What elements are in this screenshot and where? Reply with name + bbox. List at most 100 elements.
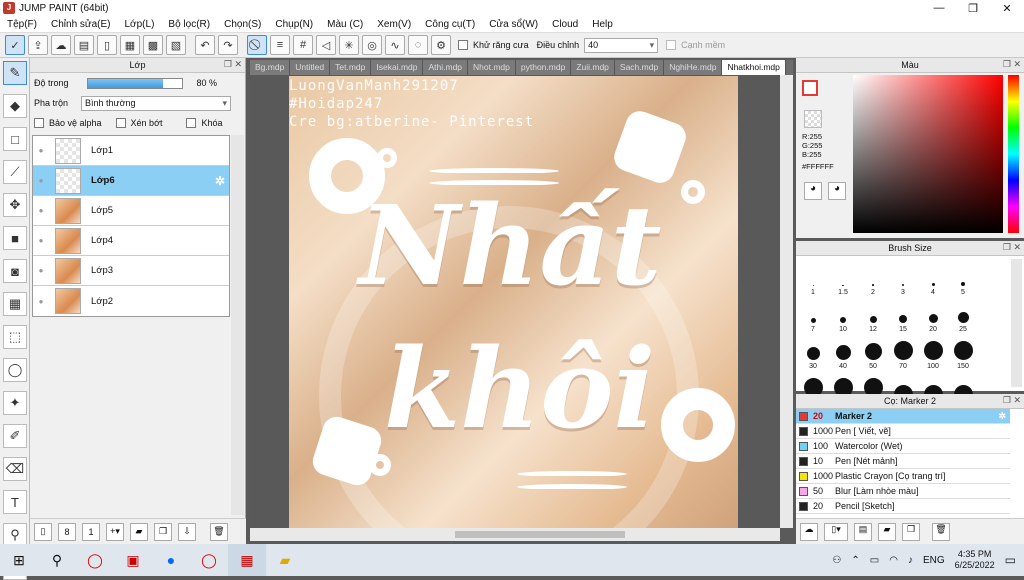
delete-brush-icon[interactable]: 🗑 xyxy=(932,522,950,541)
palette-icon[interactable]: ◕ xyxy=(804,182,822,200)
tab-sach[interactable]: Sach.mdp xyxy=(614,60,665,75)
lasso-tool-icon[interactable]: ◯ xyxy=(3,358,27,382)
brush-size-option[interactable]: 4 xyxy=(918,259,948,296)
export-icon[interactable]: ⇪ xyxy=(28,35,48,55)
brush-size-option[interactable]: 100 xyxy=(918,333,948,370)
new-folder-icon[interactable]: ▰ xyxy=(130,522,148,541)
menu-file[interactable]: Tệp(F) xyxy=(0,19,44,30)
brush-folder-icon[interactable]: ▰ xyxy=(878,522,896,541)
brush-size-option[interactable]: 10 xyxy=(828,296,858,333)
layer-item-active[interactable]: ● Lớp6 ✲ xyxy=(33,166,229,196)
menu-capture[interactable]: Chụp(N) xyxy=(268,19,320,30)
palette-settings-icon[interactable]: ◕ xyxy=(828,182,846,200)
transparent-color-swatch[interactable] xyxy=(804,110,822,128)
panel-close-icon[interactable]: ❐ ✕ xyxy=(1003,242,1021,253)
new-layer-1bit-icon[interactable]: 1 xyxy=(82,522,100,541)
layer-list-scrollbar[interactable] xyxy=(231,135,244,515)
antialias-checkbox[interactable] xyxy=(458,40,468,50)
brush-size-option[interactable]: 25 xyxy=(948,296,978,333)
brush-size-option[interactable]: 20 xyxy=(918,296,948,333)
tab-python[interactable]: python.mdp xyxy=(515,60,572,75)
grid-snap-icon[interactable]: # xyxy=(293,35,313,55)
new-layer-8bit-icon[interactable]: 8 xyxy=(58,522,76,541)
duplicate-layer-icon[interactable]: ❐ xyxy=(154,522,172,541)
page-icon[interactable]: ▯ xyxy=(97,35,117,55)
brush-size-option[interactable]: 12 xyxy=(858,296,888,333)
tab-athi[interactable]: Athi.mdp xyxy=(423,60,469,75)
brush-list-item[interactable]: 1000 Plastic Crayon [Cọ trang trí] xyxy=(796,469,1010,484)
brush-size-scrollbar[interactable] xyxy=(1011,259,1022,387)
move-tool-icon[interactable]: ✥ xyxy=(3,193,27,217)
clip-checkbox[interactable] xyxy=(115,118,126,128)
smooth-edge-checkbox[interactable] xyxy=(666,40,677,50)
menu-color[interactable]: Màu (C) xyxy=(320,19,370,30)
settings-list-icon[interactable]: ▧ xyxy=(166,35,186,55)
layer-item[interactable]: ● Lớp3 xyxy=(33,256,229,286)
brush-list-item[interactable]: 1000 Pen [ Viết, vẽ] xyxy=(796,424,1010,439)
menu-edit[interactable]: Chỉnh sửa(E) xyxy=(44,19,118,30)
clock[interactable]: 4:35 PM 6/25/2022 xyxy=(955,549,995,571)
layer-item[interactable]: ● Lớp2 xyxy=(33,286,229,316)
brush-size-option[interactable]: 40 xyxy=(828,333,858,370)
line-tool-icon[interactable]: ⟋ xyxy=(3,160,27,184)
menu-layer[interactable]: Lớp(L) xyxy=(118,19,162,30)
duplicate-brush-icon[interactable]: ❐ xyxy=(902,522,920,541)
document-icon[interactable]: ▦ xyxy=(120,35,140,55)
visibility-icon[interactable]: ● xyxy=(33,266,49,275)
minimize-button[interactable]: — xyxy=(922,2,956,15)
comment-icon[interactable]: ☁ xyxy=(51,35,71,55)
scroll-thumb[interactable] xyxy=(455,531,625,538)
perspective-snap-icon[interactable]: ◁ xyxy=(316,35,336,55)
opera-gx-icon[interactable]: ◯ xyxy=(190,544,228,576)
snap-settings-icon[interactable]: ⚙ xyxy=(431,35,451,55)
zalo-icon[interactable]: ● xyxy=(152,544,190,576)
tab-nhot[interactable]: Nhot.mdp xyxy=(468,60,516,75)
add-brush-icon[interactable]: ▯▾ xyxy=(824,522,848,541)
windows-start-icon[interactable]: ⊞ xyxy=(0,544,38,576)
radial-snap-icon[interactable]: ✳ xyxy=(339,35,359,55)
layer-item[interactable]: ● Lớp4 xyxy=(33,226,229,256)
panel-close-icon[interactable]: ❐ ✕ xyxy=(224,59,242,70)
file-explorer-icon[interactable]: ▰ xyxy=(266,544,304,576)
curve-snap-icon[interactable]: ∿ xyxy=(385,35,405,55)
visibility-icon[interactable]: ● xyxy=(33,206,49,215)
brush-cloud-icon[interactable]: ☁ xyxy=(800,522,818,541)
brush-list-item[interactable]: 20 Pencil [Sketch] xyxy=(796,499,1010,514)
parallel-snap-icon[interactable]: ≡ xyxy=(270,35,290,55)
visibility-icon[interactable]: ● xyxy=(33,236,49,245)
concentric-snap-icon[interactable]: ◎ xyxy=(362,35,382,55)
tab-bg[interactable]: Bg.mdp xyxy=(250,60,291,75)
lock-checkbox[interactable] xyxy=(186,118,197,128)
marquee-tool-icon[interactable]: ⬚ xyxy=(3,325,27,349)
brush-size-option[interactable]: 70 xyxy=(888,333,918,370)
panel-close-icon[interactable]: ❐ ✕ xyxy=(1003,395,1021,406)
text-tool-icon[interactable]: T xyxy=(3,490,27,514)
brush-size-option[interactable]: 7 xyxy=(798,296,828,333)
message-icon[interactable]: ▤ xyxy=(74,35,94,55)
menu-help[interactable]: Help xyxy=(585,19,620,30)
gradient-tool-icon[interactable]: ▦ xyxy=(3,292,27,316)
wifi-icon[interactable]: ◠ xyxy=(889,555,898,566)
redo-icon[interactable]: ↷ xyxy=(218,35,238,55)
add-layer-menu-icon[interactable]: +▾ xyxy=(106,522,124,541)
menu-tools[interactable]: Công cụ(T) xyxy=(418,19,482,30)
tab-nhatkhoi[interactable]: Nhatkhoi.mdp xyxy=(722,60,786,75)
artwork-canvas[interactable]: LuongVanManh291207 #Hoidap247 Cre bg:atb… xyxy=(289,76,738,528)
tray-expand-icon[interactable]: ⌃ xyxy=(851,555,859,566)
tab-nghihe[interactable]: NghiHe.mdp xyxy=(664,60,723,75)
search-icon[interactable]: ⚲ xyxy=(38,544,76,576)
grid-list-icon[interactable]: ▩ xyxy=(143,35,163,55)
brush-size-option[interactable]: 3 xyxy=(888,259,918,296)
bucket-tool-icon[interactable]: ◙ xyxy=(3,259,27,283)
brush-list-item[interactable]: 20 Marker 2 ✲ xyxy=(796,409,1010,424)
menu-filter[interactable]: Bộ lọc(R) xyxy=(161,19,217,30)
magic-wand-tool-icon[interactable]: ✦ xyxy=(3,391,27,415)
layer-item[interactable]: ● Lớp1 xyxy=(33,136,229,166)
color-picker-field[interactable] xyxy=(853,75,1003,233)
undo-icon[interactable]: ↶ xyxy=(195,35,215,55)
select-eraser-tool-icon[interactable]: ⌫ xyxy=(3,457,27,481)
gear-icon[interactable]: ✲ xyxy=(998,411,1006,422)
brush-size-option[interactable]: 1 xyxy=(798,259,828,296)
rect-select-tool-icon[interactable]: □ xyxy=(3,127,27,151)
brush-list-item[interactable]: 100 Watercolor (Wet) xyxy=(796,439,1010,454)
